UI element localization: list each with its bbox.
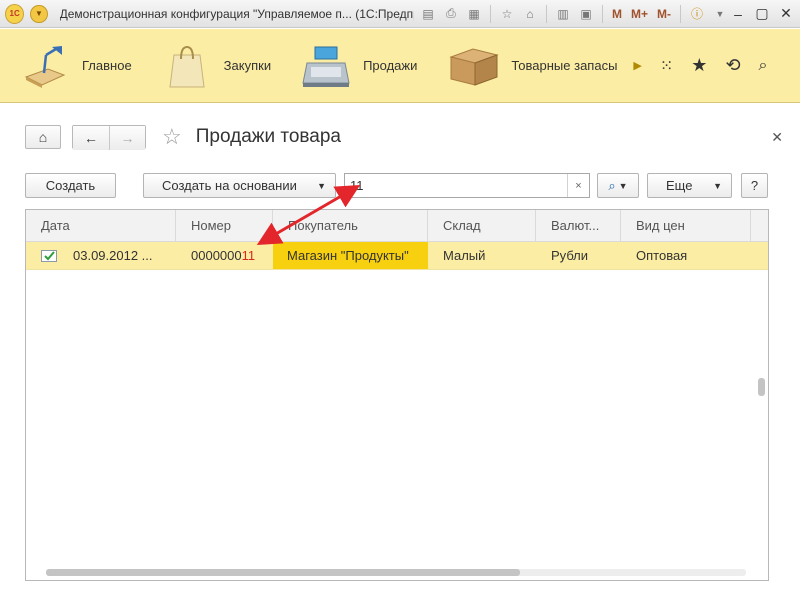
column-price-type[interactable]: Вид цен xyxy=(621,210,751,241)
window-title: Демонстрационная конфигурация "Управляем… xyxy=(59,6,414,21)
arrow-left-icon: ← xyxy=(84,130,98,146)
documents-table: Дата Номер Покупатель Склад Валют... Вид… xyxy=(25,209,769,581)
cell-date-text: 03.09.2012 ... xyxy=(73,248,153,263)
column-date[interactable]: Дата xyxy=(26,210,176,241)
preview-icon[interactable]: ▦ xyxy=(464,4,484,24)
command-bar: Создать Создать на основании ▼ × ⌕ ▼ Еще… xyxy=(25,173,770,199)
search-field[interactable]: × xyxy=(344,173,590,198)
cell-number-prefix: 0000000 xyxy=(191,248,242,263)
page-title: Продажи товара xyxy=(195,126,341,147)
toolbar-separator xyxy=(601,4,603,23)
add-favorite-icon[interactable]: ☆ xyxy=(497,4,517,24)
close-icon[interactable]: ✕ xyxy=(771,129,783,146)
cell-currency: Рубли xyxy=(551,248,589,263)
help-button[interactable]: ? xyxy=(741,173,768,198)
sections-tools: ⁙ ★ ⟲ ⌕ xyxy=(660,55,768,76)
forward-button[interactable]: → xyxy=(109,126,145,150)
navigation-buttons: ← → xyxy=(72,125,146,150)
search-input[interactable] xyxy=(350,175,565,196)
column-buyer[interactable]: Покупатель xyxy=(273,210,428,241)
close-window-icon[interactable]: ✕ xyxy=(778,5,794,22)
section-main[interactable]: Главное xyxy=(0,29,132,103)
toolbar-separator xyxy=(545,4,547,23)
window-controls: – ▢ ✕ xyxy=(730,5,794,22)
cell-buyer: Магазин "Продукты" xyxy=(273,242,428,269)
history-icon[interactable]: ⌂ xyxy=(520,4,540,24)
chevron-down-icon: ▼ xyxy=(317,180,326,191)
favorites-icon[interactable]: ★ xyxy=(691,55,707,76)
cell-price-type: Оптовая xyxy=(636,248,688,263)
chevron-down-icon[interactable]: ▼ xyxy=(710,4,730,24)
shopping-bag-icon xyxy=(162,41,212,91)
section-purchases-label: Закупки xyxy=(223,58,272,73)
cell-number: 0000000 11 xyxy=(176,242,273,269)
memory-subtract-button[interactable]: M- xyxy=(654,4,674,24)
posted-document-icon xyxy=(41,249,57,262)
horizontal-scrollbar[interactable] xyxy=(46,569,520,576)
app-logo-icon: 1С xyxy=(5,3,25,24)
sections-more-icon[interactable]: ▶ xyxy=(633,59,641,72)
section-inventory-label: Товарные запасы xyxy=(511,58,618,73)
cell-warehouse: Малый xyxy=(443,248,486,263)
chevron-down-icon: ▼ xyxy=(713,180,722,191)
search-icon[interactable]: ⌕ xyxy=(759,57,768,75)
search-icon: ⌕ xyxy=(608,177,616,193)
title-toolbar: ▤ ⎙ ▦ ☆ ⌂ ▥ ▣ M M+ M- ⓘ ▼ xyxy=(418,4,730,24)
sections-panel: Главное Закупки Продажи Товарные запасы … xyxy=(0,29,800,103)
star-icon[interactable]: ☆ xyxy=(162,124,182,150)
search-options-button[interactable]: ⌕ ▼ xyxy=(597,173,639,198)
desk-lamp-icon xyxy=(20,41,70,91)
section-inventory[interactable]: Товарные запасы xyxy=(417,29,617,103)
toolbar-separator xyxy=(489,4,491,23)
home-button[interactable]: ⌂ xyxy=(25,125,61,149)
clear-search-button[interactable]: × xyxy=(567,174,589,197)
main-menu-button[interactable]: ▼ xyxy=(30,4,48,23)
chevron-down-icon: ▼ xyxy=(618,180,628,191)
memory-add-button[interactable]: M+ xyxy=(628,4,651,24)
minimize-icon[interactable]: – xyxy=(730,6,746,22)
section-purchases[interactable]: Закупки xyxy=(132,29,271,103)
home-icon: ⌂ xyxy=(38,129,48,145)
calendar-icon[interactable]: ▣ xyxy=(576,4,596,24)
arrow-right-icon: → xyxy=(120,130,135,146)
title-bar: 1С ▼ Демонстрационная конфигурация "Упра… xyxy=(0,0,800,28)
form-header: ⌂ ← → ☆ Продажи товара ✕ xyxy=(25,120,785,154)
create-button[interactable]: Создать xyxy=(25,173,116,198)
memory-button[interactable]: M xyxy=(609,4,625,24)
table-header: Дата Номер Покупатель Склад Валют... Вид… xyxy=(26,210,768,242)
create-based-on-label: Создать на основании xyxy=(162,178,297,193)
vertical-scrollbar[interactable] xyxy=(758,378,765,396)
column-warehouse[interactable]: Склад xyxy=(428,210,536,241)
calculator-icon[interactable]: ▥ xyxy=(553,4,573,24)
cell-date: 03.09.2012 ... xyxy=(26,242,176,269)
more-button[interactable]: Еще ▼ xyxy=(647,173,732,198)
all-functions-icon[interactable]: ⁙ xyxy=(660,56,673,76)
table-row[interactable]: 03.09.2012 ... 0000000 11 Магазин "Продук… xyxy=(26,242,768,270)
back-button[interactable]: ← xyxy=(73,126,109,150)
column-number[interactable]: Номер xyxy=(176,210,273,241)
column-currency[interactable]: Валют... xyxy=(536,210,621,241)
more-label: Еще xyxy=(666,178,693,193)
create-based-on-button[interactable]: Создать на основании ▼ xyxy=(143,173,336,198)
toolbar-separator xyxy=(680,4,681,23)
history-panel-icon[interactable]: ⟲ xyxy=(725,55,740,76)
info-icon[interactable]: ⓘ xyxy=(687,4,707,24)
section-sales-label: Продажи xyxy=(363,58,418,73)
save-icon[interactable]: ▤ xyxy=(418,4,438,24)
cell-number-match: 11 xyxy=(241,248,256,263)
maximize-icon[interactable]: ▢ xyxy=(754,5,770,22)
box-icon xyxy=(449,41,500,91)
section-sales[interactable]: Продажи xyxy=(271,29,417,103)
cash-register-icon xyxy=(301,41,351,91)
print-icon[interactable]: ⎙ xyxy=(441,4,461,24)
section-main-label: Главное xyxy=(82,58,132,73)
